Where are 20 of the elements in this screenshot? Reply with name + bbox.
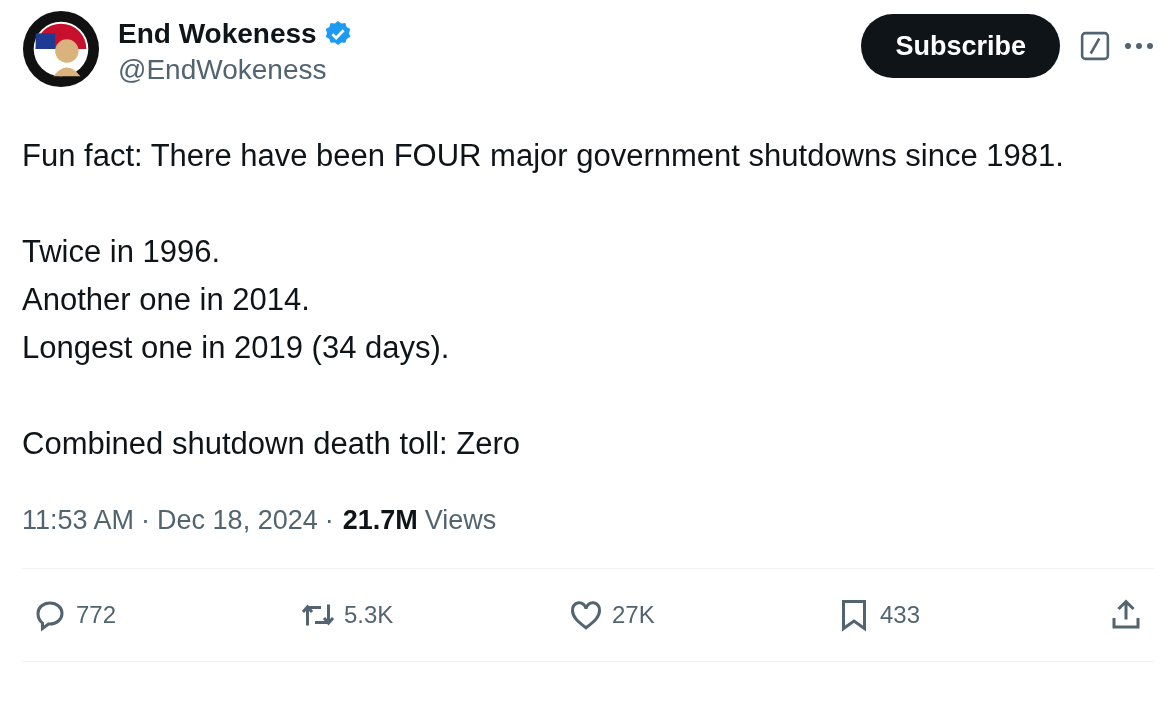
post-date[interactable]: Dec 18, 2024 — [157, 504, 318, 536]
avatar[interactable] — [22, 10, 100, 88]
action-count: 5.3K — [344, 601, 394, 629]
views-label: Views — [424, 504, 497, 536]
more-icon[interactable] — [1124, 42, 1154, 50]
subscribe-button[interactable]: Subscribe — [861, 14, 1060, 78]
tweet-text: Twice in 1996. — [22, 233, 222, 271]
tweet-text: Longest one in 2019 (34 days). — [22, 329, 451, 367]
action-count: 772 — [76, 601, 117, 629]
tweet-text: Another one in 2014. — [22, 281, 311, 319]
tweet-text: Combined shutdown death toll: Zero — [22, 425, 521, 463]
username[interactable]: @EndWokeness — [118, 52, 353, 88]
display-name[interactable]: End Wokeness — [118, 16, 317, 52]
separator-dot: · — [324, 504, 334, 536]
action-count: 433 — [880, 601, 921, 629]
action-count: 27K — [612, 601, 655, 629]
tweet-text: Fun fact: There have been FOUR major government shutdowns since 1981. — [22, 137, 1065, 175]
post-time[interactable]: 11:53 AM — [22, 504, 135, 536]
views-count: 21.7M — [342, 504, 418, 536]
separator-dot: · — [141, 504, 151, 536]
